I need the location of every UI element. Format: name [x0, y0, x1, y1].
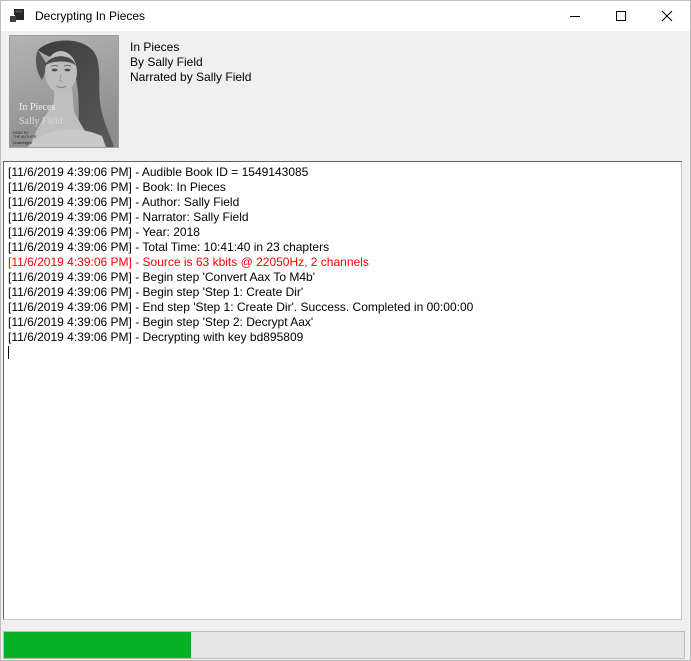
- log-line: [11/6/2019 4:39:06 PM] - Narrator: Sally…: [8, 210, 677, 225]
- log-line: [11/6/2019 4:39:06 PM] - End step 'Step …: [8, 300, 677, 315]
- window-title: Decrypting In Pieces: [35, 9, 145, 23]
- cover-edition-text: Unabridged: [13, 141, 32, 145]
- app-window: Decrypting In Pieces: [0, 0, 691, 661]
- cover-title-text: In Pieces: [19, 102, 55, 113]
- app-icon: [9, 8, 25, 24]
- title-bar: Decrypting In Pieces: [1, 1, 690, 31]
- log-line: [11/6/2019 4:39:06 PM] - Begin step 'Con…: [8, 270, 677, 285]
- minimize-button[interactable]: [552, 1, 598, 31]
- log-line: [11/6/2019 4:39:06 PM] - Decrypting with…: [8, 330, 677, 345]
- log-line-error: [11/6/2019 4:39:06 PM] - Source is 63 kb…: [8, 255, 677, 270]
- maximize-button[interactable]: [598, 1, 644, 31]
- cover-readby-line2: THE AUTHOR: [13, 135, 37, 139]
- log-line: [11/6/2019 4:39:06 PM] - Begin step 'Ste…: [8, 285, 677, 300]
- progress-fill: [4, 632, 191, 658]
- log-line: [11/6/2019 4:39:06 PM] - Year: 2018: [8, 225, 677, 240]
- book-title: In Pieces: [130, 40, 251, 55]
- book-author: By Sally Field: [130, 55, 251, 70]
- book-info: In Pieces By Sally Field Narrated by Sal…: [130, 40, 251, 85]
- cover-art: In Pieces Sally Field READ BY THE AUTHOR…: [10, 36, 118, 147]
- log-line: [11/6/2019 4:39:06 PM] - Begin step 'Ste…: [8, 315, 677, 330]
- log-line: [11/6/2019 4:39:06 PM] - Audible Book ID…: [8, 165, 677, 180]
- cover-author-text: Sally Field: [19, 116, 63, 127]
- minimize-icon: [570, 16, 580, 17]
- log-line: [11/6/2019 4:39:06 PM] - Book: In Pieces: [8, 180, 677, 195]
- book-narrator: Narrated by Sally Field: [130, 70, 251, 85]
- close-button[interactable]: [644, 1, 690, 31]
- log-line: [11/6/2019 4:39:06 PM] - Total Time: 10:…: [8, 240, 677, 255]
- text-caret: [8, 346, 9, 359]
- close-icon: [661, 10, 673, 22]
- maximize-icon: [616, 11, 626, 21]
- progress-bar: [3, 631, 685, 659]
- log-line: [11/6/2019 4:39:06 PM] - Author: Sally F…: [8, 195, 677, 210]
- book-cover-image: In Pieces Sally Field READ BY THE AUTHOR…: [9, 35, 119, 148]
- log-textbox[interactable]: [11/6/2019 4:39:06 PM] - Audible Book ID…: [3, 161, 682, 620]
